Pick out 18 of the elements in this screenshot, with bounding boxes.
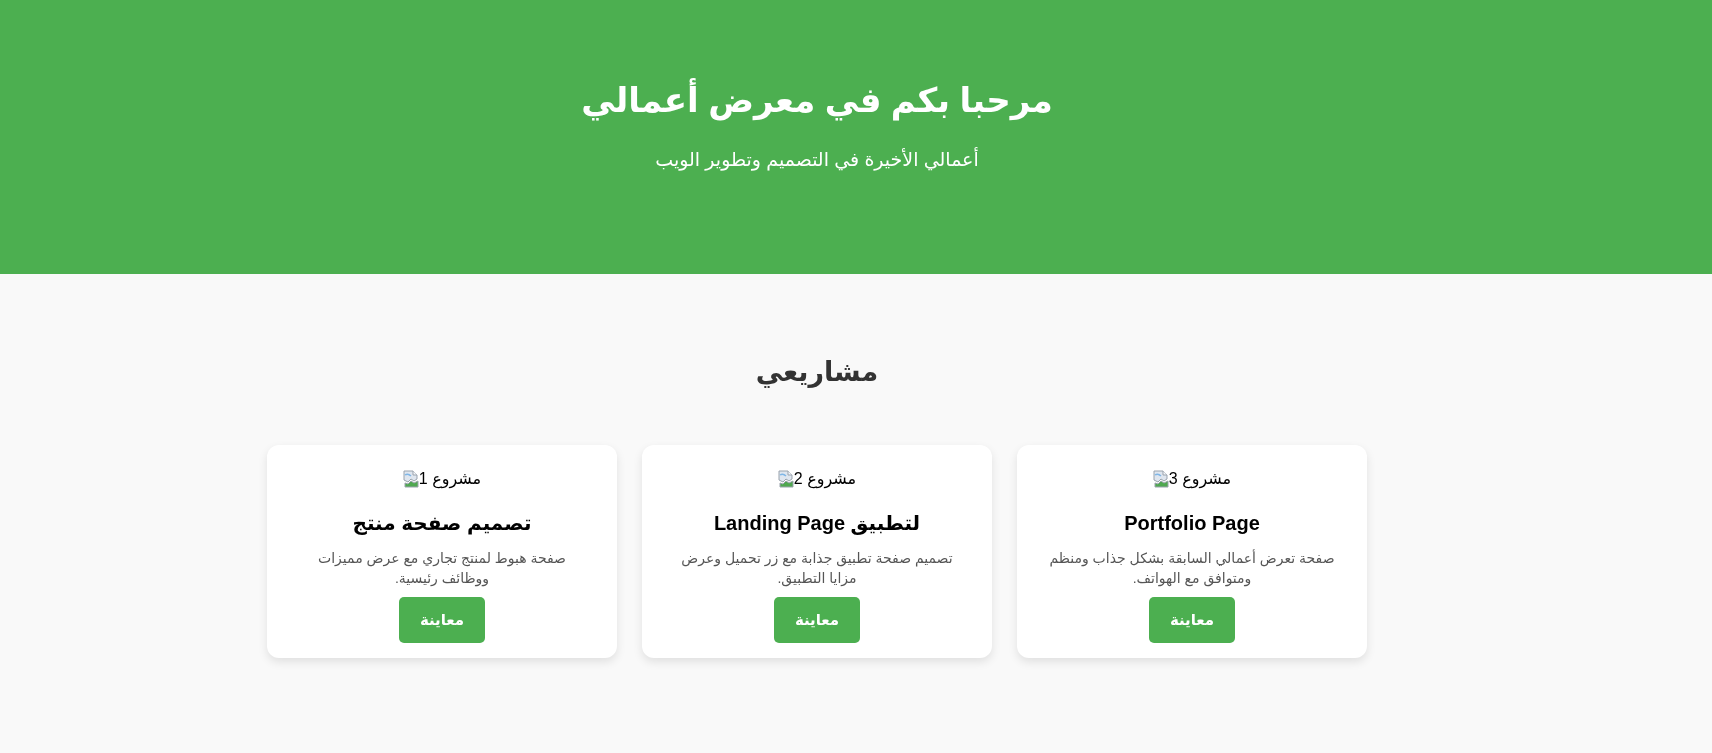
project-description: صفحة هبوط لمنتج تجاري مع عرض مميزات ووظائف رئيسية. [317,549,567,588]
project-description: تصميم صفحة تطبيق جذابة مع زر تحميل وعرض مزايا التطبيق. [680,549,954,588]
image-alt-text: مشروع 3 [1168,469,1232,489]
broken-image-icon [777,470,794,488]
section-heading: مشاريعي [754,356,880,390]
preview-button[interactable]: معاينة [1148,597,1236,643]
page-subtitle: أعمالي الأخيرة في التصميم وتطوير الويب [654,148,980,172]
project-title: تصميم صفحة منتج [352,511,532,536]
project-title: Portfolio Page [1124,511,1260,536]
broken-image-icon [402,470,419,488]
preview-button[interactable]: معاينة [773,597,861,643]
project-title: Landing Page لتطبيق [713,511,921,536]
preview-button[interactable]: معاينة [398,597,486,643]
broken-image-icon [1152,470,1169,488]
image-alt-text: مشروع 1 [418,469,482,489]
image-alt-text: مشروع 2 [793,469,857,489]
project-description: صفحة تعرض أعمالي السابقة بشكل جذاب ومنظم ومتوافق مع الهواتف. [1048,548,1336,588]
page-title: مرحبا بكم في معرض أعمالي [0,72,1634,128]
